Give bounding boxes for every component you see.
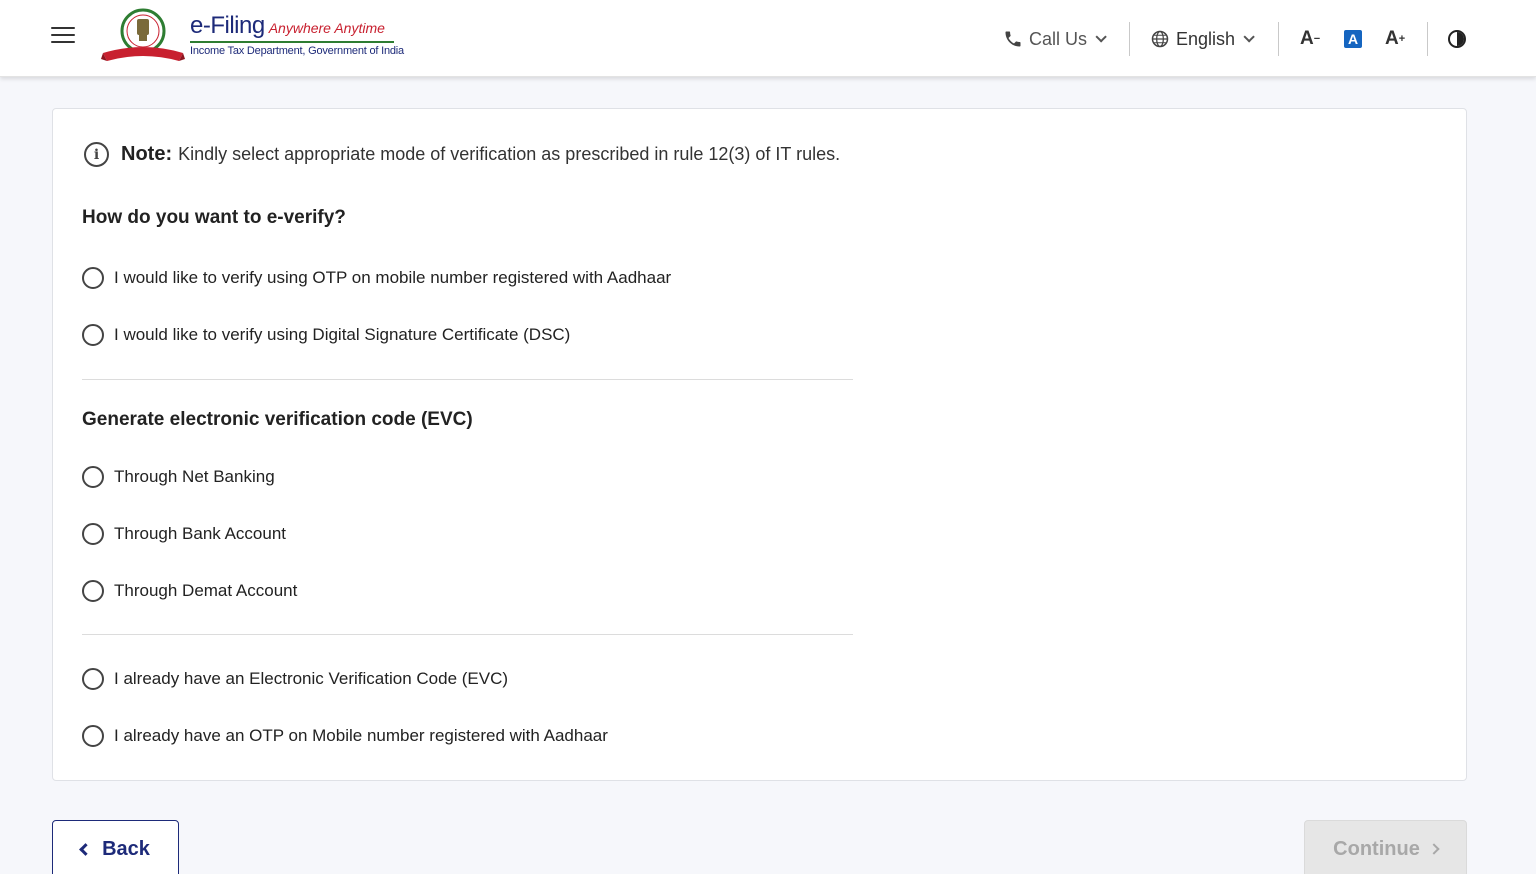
radio-option-bank-account[interactable]: Through Bank Account xyxy=(82,523,286,545)
back-button-label: Back xyxy=(102,837,150,860)
header-divider xyxy=(1129,22,1130,56)
efiling-logo[interactable]: e-Filing Anywhere Anytime Income Tax Dep… xyxy=(190,12,404,57)
logo-subtitle: Income Tax Department, Government of Ind… xyxy=(190,45,404,57)
continue-button[interactable]: Continue xyxy=(1304,820,1467,874)
logo-tagline: Anywhere Anytime xyxy=(268,20,385,36)
language-label: English xyxy=(1176,28,1236,49)
note-banner: i Note: Kindly select appropriate mode o… xyxy=(84,142,840,167)
back-button[interactable]: Back xyxy=(52,820,179,874)
font-decrease-button[interactable]: A − xyxy=(1300,27,1320,51)
chevron-down-icon xyxy=(1095,31,1107,43)
everify-section-title: How do you want to e-verify? xyxy=(82,207,346,228)
logo-title: e-Filing xyxy=(190,12,265,39)
radio-option-existing-otp[interactable]: I already have an OTP on Mobile number r… xyxy=(82,725,608,747)
font-decrease-label: A xyxy=(1300,28,1314,49)
radio-option-dsc[interactable]: I would like to verify using Digital Sig… xyxy=(82,324,570,346)
font-default-button[interactable]: A xyxy=(1344,30,1362,48)
section-divider xyxy=(82,379,853,380)
contrast-icon[interactable] xyxy=(1448,30,1466,48)
radio-label: Through Bank Account xyxy=(114,524,287,543)
radio-button[interactable] xyxy=(82,466,104,488)
call-us-dropdown[interactable]: Call Us xyxy=(1003,28,1107,50)
radio-button[interactable] xyxy=(82,523,104,545)
logo-underline xyxy=(190,41,394,43)
header-divider xyxy=(1427,22,1428,56)
font-increase-label: A xyxy=(1385,28,1399,49)
continue-button-label: Continue xyxy=(1333,837,1420,860)
radio-button[interactable] xyxy=(82,580,104,602)
evc-section-title: Generate electronic verification code (E… xyxy=(82,409,473,430)
header-divider xyxy=(1278,22,1279,56)
chevron-left-icon xyxy=(79,842,92,856)
radio-option-demat-account[interactable]: Through Demat Account xyxy=(82,580,297,602)
radio-option-existing-evc[interactable]: I already have an Electronic Verificatio… xyxy=(82,668,508,690)
chevron-right-icon xyxy=(1428,843,1440,855)
radio-option-aadhaar-otp[interactable]: I would like to verify using OTP on mobi… xyxy=(82,267,671,289)
radio-label: Through Net Banking xyxy=(114,467,275,486)
radio-label: I would like to verify using OTP on mobi… xyxy=(114,268,672,287)
chevron-down-icon xyxy=(1243,31,1255,43)
font-increase-button[interactable]: A + xyxy=(1385,27,1405,51)
phone-icon xyxy=(1005,31,1021,47)
call-us-label: Call Us xyxy=(1029,28,1088,49)
radio-label: I already have an Electronic Verificatio… xyxy=(114,669,509,688)
top-header: e-Filing Anywhere Anytime Income Tax Dep… xyxy=(0,0,1536,77)
info-icon: i xyxy=(84,142,109,167)
radio-button[interactable] xyxy=(82,668,104,690)
radio-button[interactable] xyxy=(82,725,104,747)
radio-label: Through Demat Account xyxy=(114,581,298,600)
globe-icon xyxy=(1151,30,1169,48)
menu-icon[interactable] xyxy=(51,27,75,47)
radio-label: I already have an OTP on Mobile number r… xyxy=(114,726,608,745)
radio-button[interactable] xyxy=(82,324,104,346)
note-text: Kindly select appropriate mode of verifi… xyxy=(178,144,841,164)
income-tax-emblem-logo[interactable] xyxy=(101,7,185,65)
radio-button[interactable] xyxy=(82,267,104,289)
section-divider xyxy=(82,634,853,635)
font-default-label: A xyxy=(1347,31,1359,47)
language-dropdown[interactable]: English xyxy=(1150,28,1255,50)
radio-label: I would like to verify using Digital Sig… xyxy=(114,325,571,344)
note-label: Note: xyxy=(121,143,173,165)
radio-option-net-banking[interactable]: Through Net Banking xyxy=(82,466,275,488)
